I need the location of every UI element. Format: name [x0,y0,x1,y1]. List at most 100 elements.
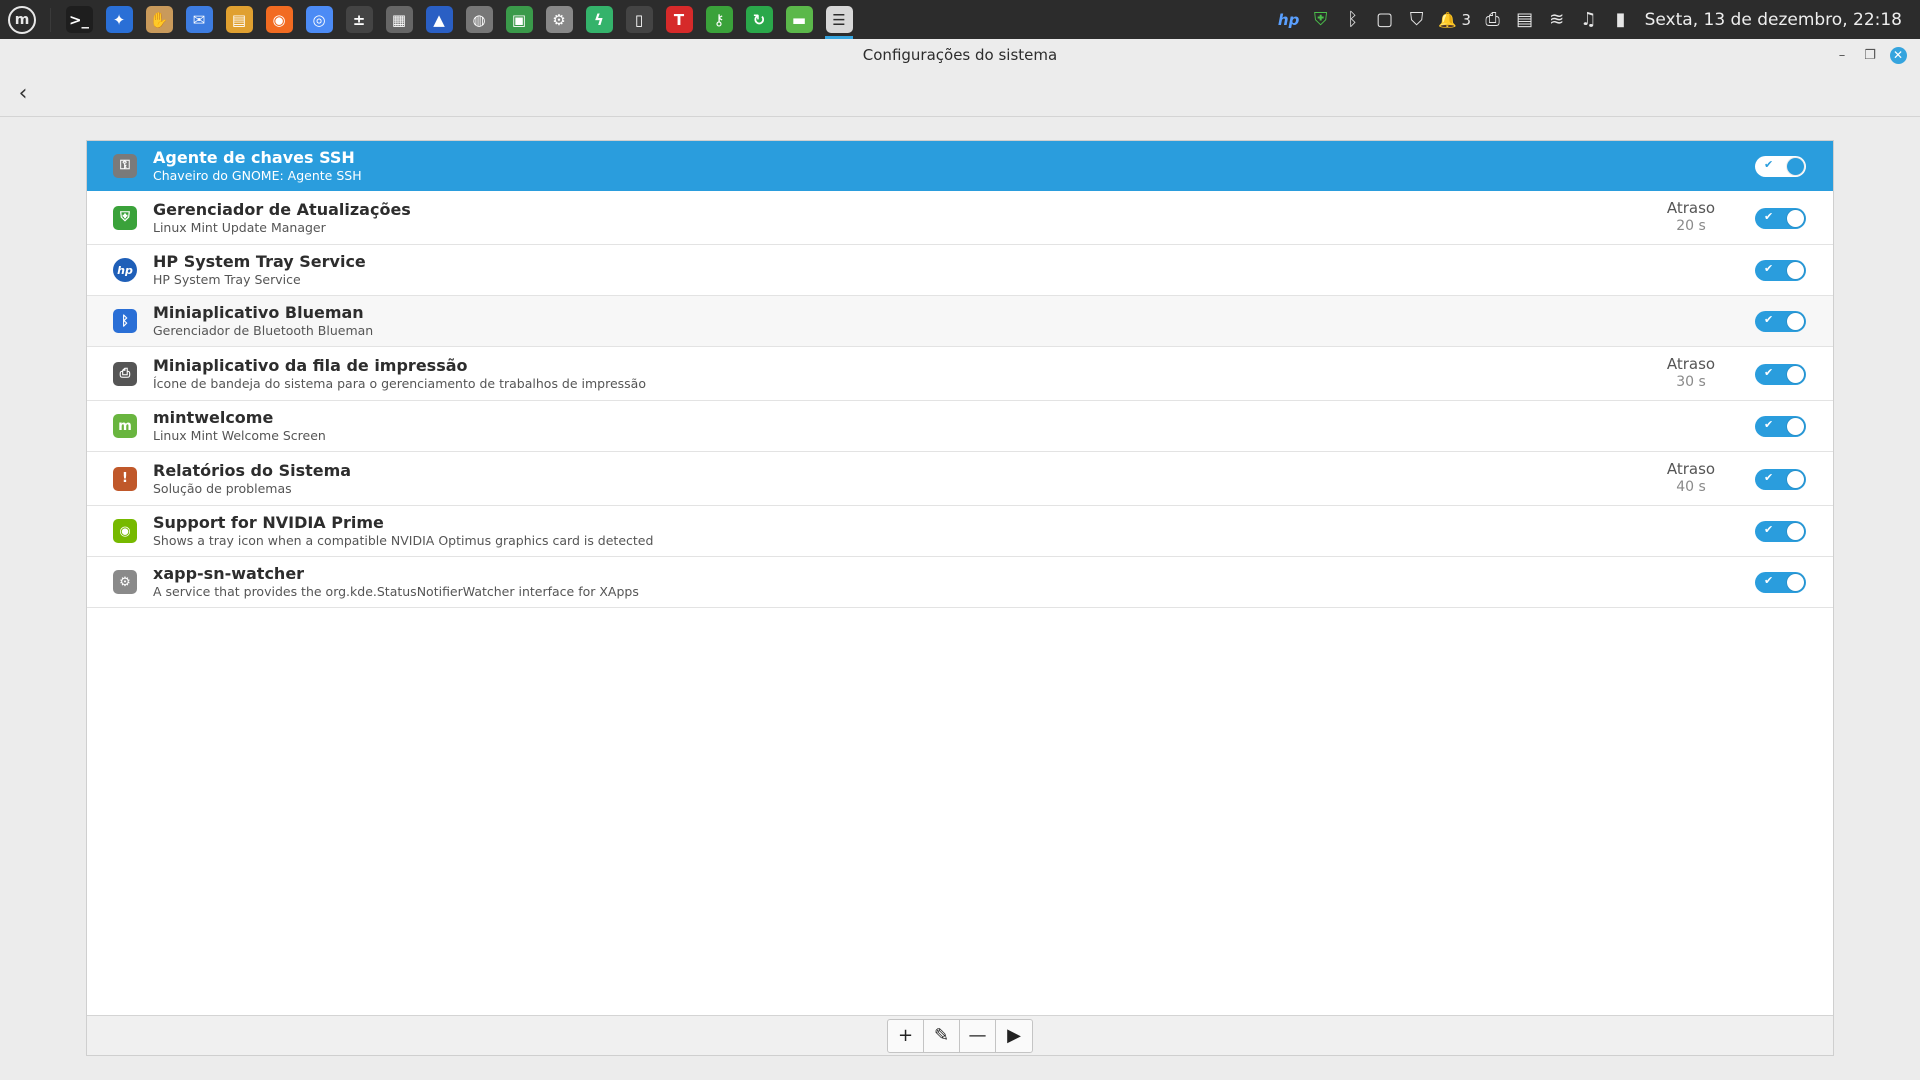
app-name: Relatórios do Sistema [153,460,352,480]
back-button[interactable]: ‹ [0,71,46,117]
system-reports-icon: ! [113,466,137,491]
accessibility-icon: ✦ [105,6,133,33]
main-menu-button[interactable]: m [0,0,44,39]
launcher-terminal[interactable]: >_ [59,0,99,39]
app-description: Ícone de bandeja do sistema para o geren… [153,375,646,391]
launcher-accessibility[interactable]: ✦ [99,0,139,39]
launcher-document-viewer[interactable]: ▤ [219,0,259,39]
document-viewer-icon: ▤ [225,6,253,33]
maximize-button[interactable]: ❐ [1856,41,1884,69]
enable-toggle[interactable]: ✔ [1755,260,1806,281]
mobile-app-icon: ▯ [625,6,653,33]
printer-stack-icon: ▦ [385,6,413,33]
launcher-hand-app[interactable]: ✋ [139,0,179,39]
launcher-mail[interactable]: ✉ [179,0,219,39]
edit-button[interactable]: ✎ [924,1019,960,1052]
wifi-icon[interactable]: ≋ [1541,0,1573,39]
check-icon: ✔ [1764,365,1774,379]
shield-icon[interactable]: ⛉ [1401,0,1433,39]
startup-app-row[interactable]: ! Relatórios do Sistema Solução de problem… [87,452,1833,506]
remove-button[interactable]: — [960,1019,996,1052]
app-name: Miniaplicativo da fila de impressão [153,355,468,375]
add-button[interactable]: + [888,1019,924,1052]
app-text: Miniaplicativo da fila de impressão Ícone… [153,356,646,392]
launcher-keys-app[interactable]: ⚷ [699,0,739,39]
printer-icon[interactable]: ⎙ [1477,0,1509,39]
app-description: Chaveiro do GNOME: Agente SSH [153,167,362,183]
window-controls: – ❐ ✕ [1828,39,1912,71]
launcher-image-app[interactable]: ▲ [419,0,459,39]
sound-icon[interactable]: ♫ [1573,0,1605,39]
font-app-icon: T [665,6,693,33]
app-name: HP System Tray Service [153,252,366,271]
launcher-settings-gear[interactable]: ⚙ [539,0,579,39]
linux-mint-logo-icon: m [8,5,36,34]
hp-logo-icon: hp [113,258,137,282]
app-text: Miniaplicativo Blueman Gerenciador de Blu… [153,303,373,339]
startup-app-row[interactable]: ◉ Support for NVIDIA Prime Shows a tray ic… [87,506,1833,557]
startup-app-row[interactable]: hp HP System Tray Service HP System Tray S… [87,245,1833,296]
launcher-folder[interactable]: ▬ [779,0,819,39]
delay-value: 20 s [1676,218,1706,234]
notifications-icon[interactable]: 🔔 3 [1433,0,1477,39]
enable-toggle[interactable]: ✔ [1755,521,1806,542]
toggle-knob [1787,418,1804,435]
drive-icon[interactable]: ▤ [1509,0,1541,39]
top-panel: m >_ ✦ ✋ ✉ ▤ ◉ ◎ ± ▦ ▲ ◍ ▣ ⚙ ϟ ▯ T ⚷ ↻ ▬ ☰ hp ⛨ ᛒ ▢ ⛉ 🔔 3 ⎙ ▤ ≋ ♫ ▮ S… [0,0,1920,39]
enable-toggle[interactable]: ✔ [1755,155,1806,177]
app-name: Support for NVIDIA Prime [153,513,384,532]
enable-toggle[interactable]: ✔ [1755,363,1806,385]
play-icon: ▶ [1007,1025,1021,1046]
run-now-button[interactable]: ▶ [996,1020,1032,1052]
image-app-icon: ▲ [425,6,453,33]
startup-app-row[interactable]: ⚙ xapp-sn-watcher A service that provides … [87,557,1833,608]
launcher-calculator[interactable]: ± [339,0,379,39]
app-description: Shows a tray icon when a compatible NVID… [153,533,654,548]
update-manager-tray-icon[interactable]: ⛨ [1305,0,1337,39]
printer-icon: ⎙ [113,361,137,386]
launcher-chrome[interactable]: ◎ [299,0,339,39]
bluetooth-icon[interactable]: ᛒ [1337,0,1369,39]
enable-toggle[interactable]: ✔ [1755,311,1806,332]
startup-app-row[interactable]: ⎙ Miniaplicativo da fila de impressão Ícon… [87,347,1833,401]
delay-label: Atraso [1666,460,1716,478]
clock[interactable]: Sexta, 13 de dezembro, 22:18 [1645,10,1902,30]
toggle-knob [1787,574,1804,591]
launcher-webcam[interactable]: ◍ [459,0,499,39]
action-button-group: + ✎ — ▶ [887,1018,1033,1053]
window-titlebar[interactable]: Configurações do sistema – ❐ ✕ [0,39,1920,71]
enable-toggle[interactable]: ✔ [1755,416,1806,437]
launcher-lightning-app[interactable]: ϟ [579,0,619,39]
close-button[interactable]: ✕ [1884,41,1912,69]
launcher-printer-stack[interactable]: ▦ [379,0,419,39]
launcher-font-app[interactable]: T [659,0,699,39]
startup-app-row[interactable]: ᛒ Miniaplicativo Blueman Gerenciador de Bl… [87,296,1833,347]
launcher-photos[interactable]: ▣ [499,0,539,39]
startup-app-row[interactable]: ⚿ Agente de chaves SSH Chaveiro do GNOME: … [87,141,1833,191]
app-text: xapp-sn-watcher A service that provides t… [153,564,639,600]
startup-app-row[interactable]: m mintwelcome Linux Mint Welcome Screen ✔ [87,401,1833,452]
startup-app-row[interactable]: ⛨ Gerenciador de Atualizações Linux Mint U… [87,191,1833,245]
ssh-agent-icon: ⚿ [113,153,137,178]
app-text: mintwelcome Linux Mint Welcome Screen [153,408,326,444]
clipboard-icon[interactable]: ▢ [1369,0,1401,39]
minimize-button[interactable]: – [1828,41,1856,69]
enable-toggle[interactable]: ✔ [1755,572,1806,593]
launcher-mobile-app[interactable]: ▯ [619,0,659,39]
startup-delay: Atraso 20 s [1661,199,1721,235]
pencil-icon: ✎ [933,1025,950,1046]
app-description: Solução de problemas [153,480,292,496]
chrome-icon: ◎ [305,6,333,33]
launcher-startup-apps[interactable]: ☰ [819,0,859,39]
enable-toggle[interactable]: ✔ [1755,207,1806,229]
launcher-firefox[interactable]: ◉ [259,0,299,39]
power-icon[interactable]: ▮ [1605,0,1637,39]
panel-launchers: >_ ✦ ✋ ✉ ▤ ◉ ◎ ± ▦ ▲ ◍ ▣ ⚙ ϟ ▯ T ⚷ ↻ ▬ ☰ [59,0,859,39]
enable-toggle[interactable]: ✔ [1755,468,1806,490]
launcher-refresh-app[interactable]: ↻ [739,0,779,39]
hp-tray-icon[interactable]: hp [1273,0,1305,39]
delay-value: 40 s [1676,479,1706,495]
window-title: Configurações do sistema [862,46,1058,64]
app-name: Miniaplicativo Blueman [153,303,364,322]
app-description: A service that provides the org.kde.Stat… [153,584,639,599]
